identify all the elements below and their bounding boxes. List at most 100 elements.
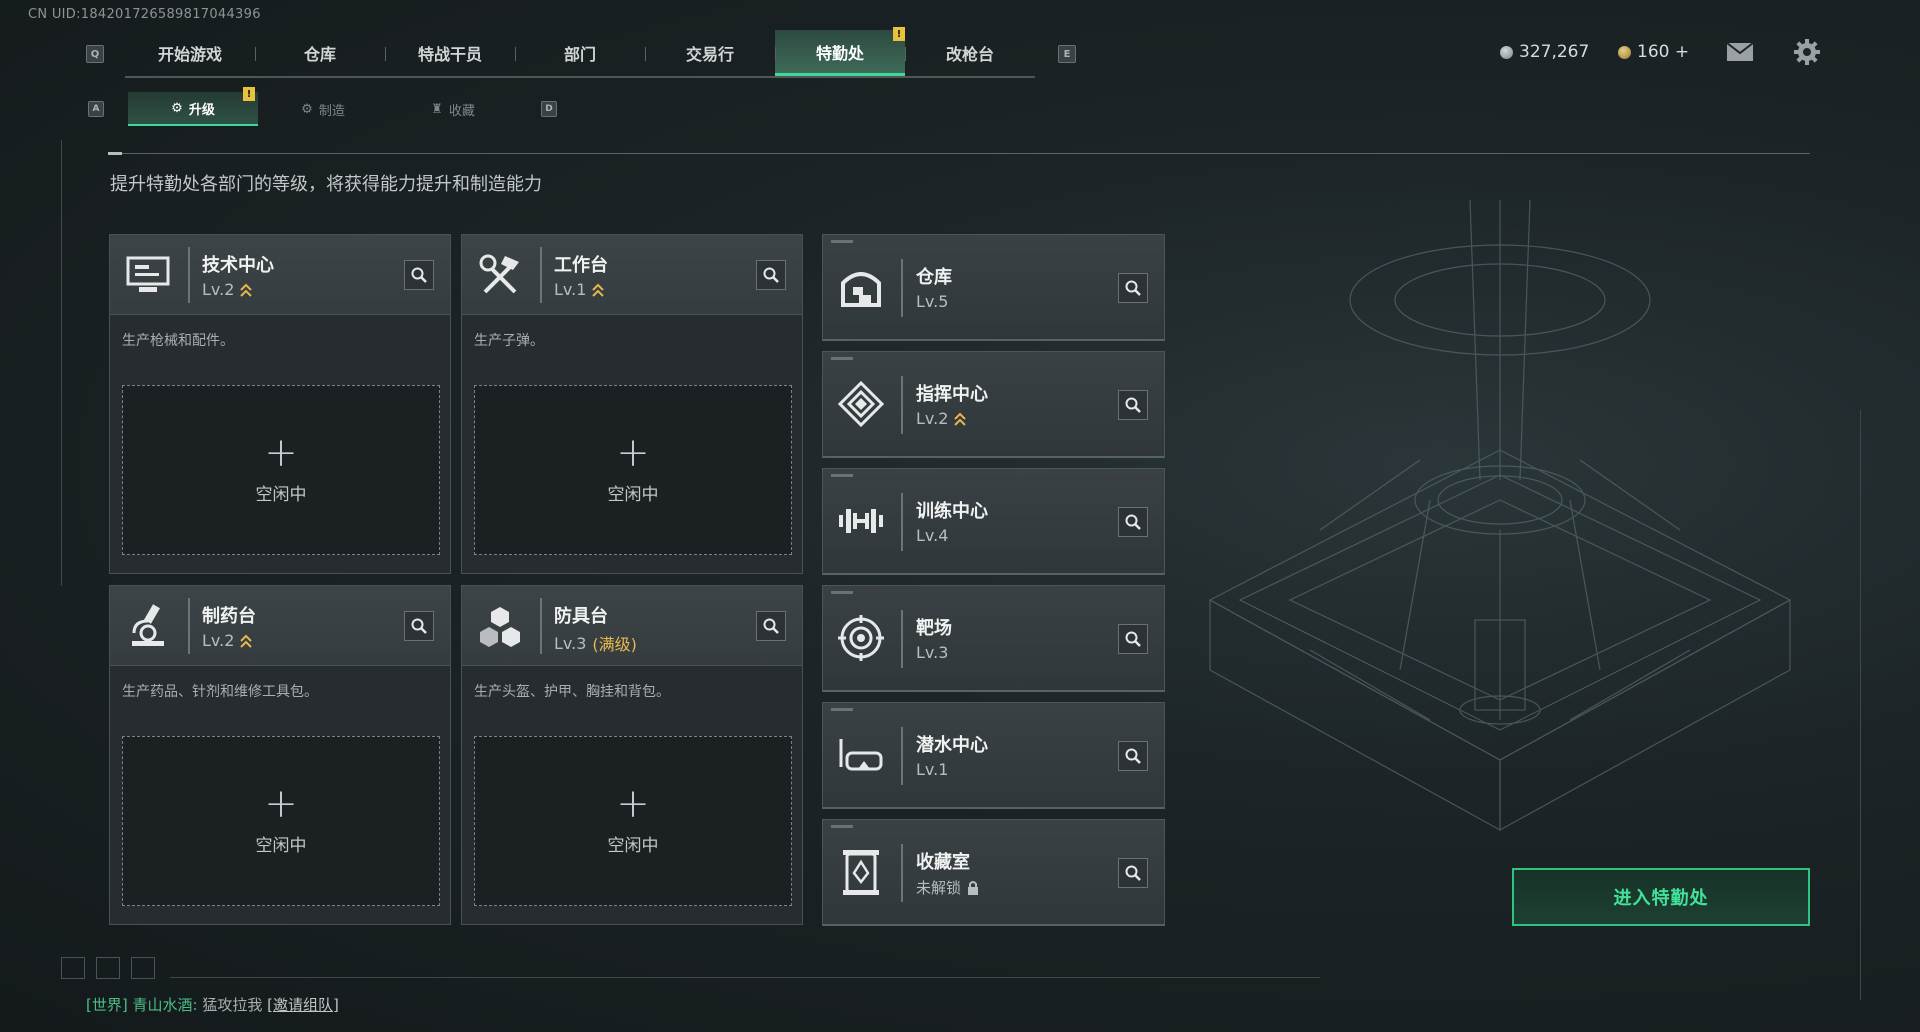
craft-icon: ⚙ [301, 101, 313, 117]
header-separator [188, 598, 190, 654]
inspect-search-icon[interactable] [1118, 507, 1148, 537]
divider-accent [108, 152, 122, 155]
slot-status: 空闲中 [607, 484, 659, 505]
card-armor-bench[interactable]: 防具台 Lv.3 (满级) 生产头盔、护甲、胸挂和背包。 + 空闲中 [461, 585, 803, 925]
inspect-search-icon[interactable] [1118, 858, 1148, 888]
chat-user[interactable]: 青山水酒: [133, 996, 198, 1014]
card-shooting-range[interactable]: 靶场 Lv.3 [822, 585, 1165, 692]
production-slot[interactable]: + 空闲中 [122, 736, 440, 906]
inspect-search-icon[interactable] [1118, 741, 1148, 771]
inspect-search-icon[interactable] [1118, 390, 1148, 420]
card-title: 制药台 [202, 606, 256, 627]
card-title: 潜水中心 [916, 735, 988, 756]
quick-slot-3-icon[interactable] [131, 957, 155, 979]
page-subtitle: 提升特勤处各部门的等级，将获得能力提升和制造能力 [110, 174, 542, 195]
slot-status: 空闲中 [255, 484, 307, 505]
card-level: 未解锁 [916, 877, 979, 898]
card-collection-room[interactable]: 收藏室 未解锁 [822, 819, 1165, 926]
inspect-search-icon[interactable] [404, 611, 434, 641]
base-blueprint-illustration [1208, 200, 1792, 832]
upgrade-available-icon [592, 283, 605, 297]
card-description: 生产头盔、护甲、胸挂和背包。 [474, 684, 670, 700]
tab-start-game[interactable]: 开始游戏 [125, 30, 255, 76]
card-training-center[interactable]: 训练中心 Lv.4 [822, 468, 1165, 575]
inspect-search-icon[interactable] [756, 611, 786, 641]
monitor-icon [122, 249, 174, 301]
card-tag-mark [831, 708, 853, 711]
card-title: 靶场 [916, 618, 952, 639]
header-separator [540, 598, 542, 654]
mail-icon[interactable] [1726, 42, 1754, 66]
production-slot[interactable]: + 空闲中 [122, 385, 440, 555]
coin-balance[interactable]: 327,267 [1500, 42, 1589, 62]
card-tag-mark [831, 240, 853, 243]
dive-mask-icon [835, 729, 887, 781]
card-title: 指挥中心 [916, 384, 988, 405]
tab-gunsmith[interactable]: 改枪台 [905, 30, 1035, 76]
next-tab-key-hint[interactable]: E [1058, 45, 1076, 63]
prev-subtab-key-hint[interactable]: A [88, 101, 104, 117]
subtab-upgrade[interactable]: ⚙ 升级 [128, 92, 258, 126]
card-command-center[interactable]: 指挥中心 Lv.2 [822, 351, 1165, 458]
card-tag-mark [831, 591, 853, 594]
card-level: Lv.4 [916, 526, 949, 545]
header-separator [901, 610, 903, 668]
tab-special-ops[interactable]: 特勤处 [775, 30, 905, 76]
quick-slot-2-icon[interactable] [96, 957, 120, 979]
card-description: 生产枪械和配件。 [122, 333, 234, 349]
card-tag-mark [831, 474, 853, 477]
inspect-search-icon[interactable] [1118, 624, 1148, 654]
bond-balance[interactable]: 160 + [1618, 42, 1689, 62]
header-separator [901, 844, 903, 902]
prev-tab-key-hint[interactable]: Q [86, 45, 104, 63]
upgrade-available-icon [954, 412, 967, 426]
settings-gear-icon[interactable] [1793, 38, 1821, 70]
invite-team-link[interactable]: [邀请组队] [267, 996, 339, 1014]
header-separator [901, 727, 903, 785]
tab-trade[interactable]: 交易行 [645, 30, 775, 76]
card-level: Lv.1 [916, 760, 949, 779]
card-warehouse[interactable]: 仓库 Lv.5 [822, 234, 1165, 341]
enter-special-ops-button[interactable]: 进入特勤处 [1512, 868, 1810, 926]
sub-nav: ⚙ 升级 ⚙ 制造 ♜ 收藏 [128, 92, 518, 126]
collection-tab-icon: ♜ [431, 101, 443, 117]
card-level: Lv.1 [554, 280, 605, 299]
header-separator [540, 247, 542, 303]
card-tech-center[interactable]: 技术中心 Lv.2 生产枪械和配件。 + 空闲中 [109, 234, 451, 574]
world-chat-line[interactable]: [世界] 青山水酒: 猛攻拉我 [邀请组队] [86, 994, 339, 1015]
collection-icon [835, 846, 887, 898]
tab-departments[interactable]: 部门 [515, 30, 645, 76]
header-separator [901, 376, 903, 434]
inspect-search-icon[interactable] [756, 260, 786, 290]
card-header: 制药台 Lv.2 [110, 586, 450, 666]
chat-message: 猛攻拉我 [202, 996, 263, 1014]
card-level: Lv.3 [916, 643, 949, 662]
production-slot[interactable]: + 空闲中 [474, 385, 792, 555]
subtab-collection[interactable]: ♜ 收藏 [388, 92, 518, 126]
card-pharmacy[interactable]: 制药台 Lv.2 生产药品、针剂和维修工具包。 + 空闲中 [109, 585, 451, 925]
card-title: 训练中心 [916, 501, 988, 522]
inspect-search-icon[interactable] [1118, 273, 1148, 303]
slot-status: 空闲中 [607, 835, 659, 856]
tab-warehouse[interactable]: 仓库 [255, 30, 385, 76]
player-uid: CN UID:184201726589817044396 [28, 7, 261, 22]
subtab-craft[interactable]: ⚙ 制造 [258, 92, 388, 126]
inspect-search-icon[interactable] [404, 260, 434, 290]
upgrade-available-icon [240, 634, 253, 648]
header-separator [188, 247, 190, 303]
card-level: Lv.3 (满级) [554, 631, 637, 655]
card-header: 工作台 Lv.1 [462, 235, 802, 315]
tab-operators[interactable]: 特战干员 [385, 30, 515, 76]
microscope-icon [122, 600, 174, 652]
card-title: 仓库 [916, 267, 952, 288]
header-separator [901, 259, 903, 317]
card-dive-center[interactable]: 潜水中心 Lv.1 [822, 702, 1165, 809]
card-tag-mark [831, 825, 853, 828]
quick-slot-1-icon[interactable] [61, 957, 85, 979]
next-subtab-key-hint[interactable]: D [541, 101, 557, 117]
production-slot[interactable]: + 空闲中 [474, 736, 792, 906]
bond-icon [1618, 45, 1631, 59]
add-icon: + [616, 429, 650, 476]
cubes-icon [474, 600, 526, 652]
card-workbench[interactable]: 工作台 Lv.1 生产子弹。 + 空闲中 [461, 234, 803, 574]
